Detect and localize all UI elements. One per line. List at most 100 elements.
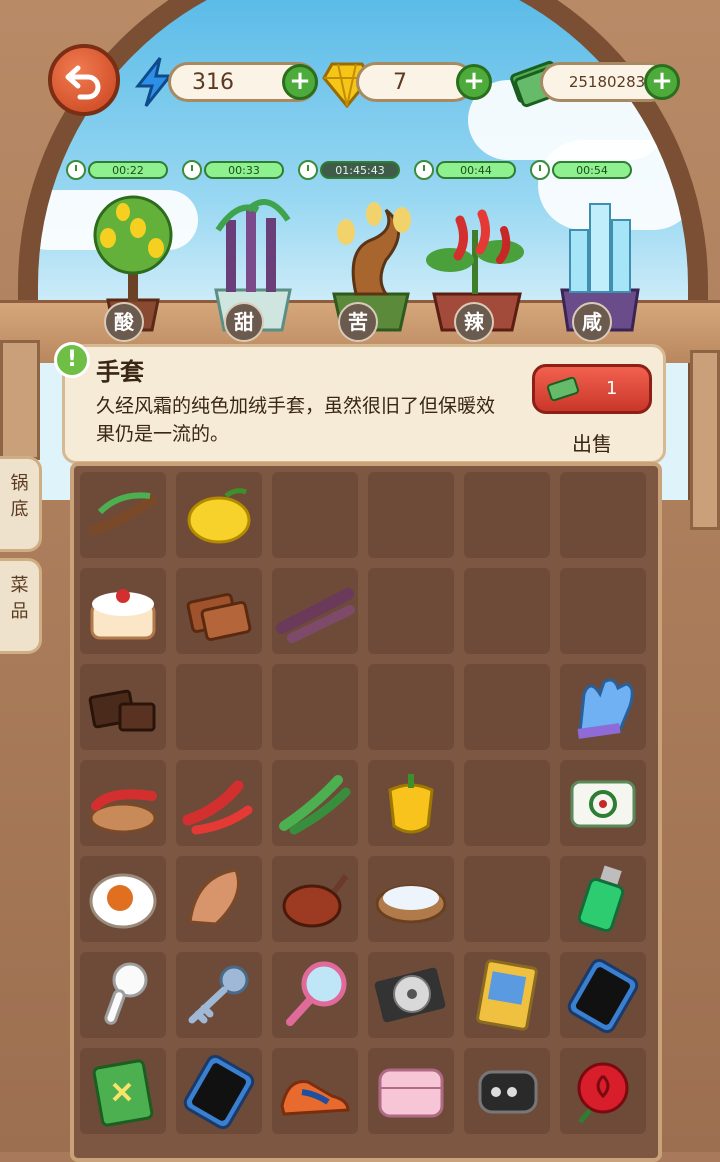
inventory-slot[interactable] bbox=[464, 472, 550, 558]
salt-bowl-icon bbox=[375, 884, 447, 924]
tab-dishes[interactable]: 菜品 bbox=[0, 558, 42, 654]
plant-timer-4: 00:44 bbox=[414, 160, 516, 180]
salted-egg-icon bbox=[89, 873, 157, 929]
inventory-slot[interactable] bbox=[560, 1048, 646, 1134]
inventory-slot[interactable] bbox=[176, 952, 262, 1038]
sell-label: 出售 bbox=[572, 432, 612, 456]
phone-icon bbox=[567, 958, 639, 1034]
inventory-slot[interactable] bbox=[272, 664, 358, 750]
item-title: 手套 bbox=[96, 358, 144, 386]
inventory-slot[interactable] bbox=[368, 760, 454, 846]
add-energy-button[interactable]: + bbox=[282, 64, 318, 100]
inventory-slot[interactable] bbox=[80, 760, 166, 846]
wood-crate bbox=[0, 340, 40, 460]
cash-value: 25180283 bbox=[568, 73, 646, 91]
inventory-slot[interactable] bbox=[272, 1048, 358, 1134]
back-arrow-icon bbox=[65, 65, 101, 100]
inventory-slot[interactable] bbox=[368, 1048, 454, 1134]
clock-icon bbox=[66, 160, 86, 180]
sell-button[interactable] bbox=[532, 364, 652, 414]
inventory-slot[interactable] bbox=[560, 952, 646, 1038]
pot-label-sweet: 甜 bbox=[224, 302, 264, 342]
clock-icon bbox=[298, 160, 318, 180]
red-chili-icon bbox=[182, 780, 253, 835]
plant-timer-3: 01:45:43 bbox=[298, 160, 400, 180]
inventory-slot[interactable] bbox=[464, 952, 550, 1038]
inventory-slot[interactable] bbox=[464, 568, 550, 654]
inventory-slot[interactable] bbox=[464, 1048, 550, 1134]
trading-card-icon bbox=[476, 959, 538, 1031]
yellow-pepper-icon bbox=[388, 774, 434, 834]
inventory-slot[interactable] bbox=[176, 664, 262, 750]
sneaker-icon bbox=[280, 1080, 350, 1116]
glove-icon bbox=[577, 678, 634, 739]
inventory-slot[interactable] bbox=[368, 568, 454, 654]
clock-icon bbox=[182, 160, 202, 180]
inventory-slot[interactable] bbox=[176, 760, 262, 846]
inventory-slot[interactable] bbox=[176, 1048, 262, 1134]
inventory-slot[interactable] bbox=[368, 952, 454, 1038]
pot-label-sour: 酸 bbox=[104, 302, 144, 342]
cake-icon bbox=[90, 589, 156, 640]
gem-value: 7 bbox=[393, 69, 407, 95]
inventory-slot[interactable] bbox=[368, 664, 454, 750]
inventory-slot[interactable] bbox=[176, 568, 262, 654]
key-icon bbox=[188, 965, 249, 1024]
add-gem-button[interactable]: + bbox=[456, 64, 492, 100]
lighter-icon bbox=[577, 865, 625, 933]
timer-value: 01:45:43 bbox=[320, 161, 400, 179]
add-cash-button[interactable]: + bbox=[644, 64, 680, 100]
pot-label-spicy: 辣 bbox=[454, 302, 494, 342]
timer-value: 00:33 bbox=[204, 161, 284, 179]
tab-label: 锅底 bbox=[10, 473, 29, 520]
pink-wallet-icon bbox=[378, 1068, 444, 1118]
plant-timer-1: 00:22 bbox=[66, 160, 168, 180]
tab-soup-base[interactable]: 锅底 bbox=[0, 456, 42, 552]
notebook-icon bbox=[92, 1059, 154, 1127]
inventory-slot[interactable] bbox=[176, 856, 262, 942]
inventory-slot[interactable] bbox=[560, 472, 646, 558]
mahjong-tile-icon bbox=[570, 780, 636, 828]
timer-value: 00:22 bbox=[88, 161, 168, 179]
inventory-slot[interactable] bbox=[464, 856, 550, 942]
timer-value: 00:44 bbox=[436, 161, 516, 179]
car-key-icon bbox=[478, 1070, 538, 1114]
info-exclamation-icon: ! bbox=[54, 342, 90, 378]
dried-fish-icon bbox=[188, 868, 240, 926]
energy-value: 316 bbox=[192, 69, 234, 95]
inventory-slot[interactable] bbox=[560, 568, 646, 654]
brown-sugar-icon bbox=[186, 592, 252, 642]
sugarcane-icon bbox=[276, 588, 355, 643]
inventory-slot[interactable] bbox=[272, 472, 358, 558]
cd-icon bbox=[374, 967, 446, 1023]
inventory-slot[interactable] bbox=[272, 856, 358, 942]
phone-icon bbox=[183, 1054, 255, 1130]
earbud-icon bbox=[104, 962, 148, 1025]
item-description: 久经风霜的纯色加绒手套，虽然很旧了但保暖效果仍是一流的。 bbox=[96, 395, 496, 445]
inventory-slot[interactable] bbox=[560, 760, 646, 846]
timer-value: 00:54 bbox=[552, 161, 632, 179]
inventory-slot[interactable] bbox=[80, 1048, 166, 1134]
inventory-slot[interactable] bbox=[368, 472, 454, 558]
sell-count: 1 bbox=[606, 378, 618, 399]
chocolate-icon bbox=[88, 689, 156, 732]
inventory-slot[interactable] bbox=[560, 856, 646, 942]
back-button[interactable] bbox=[48, 44, 120, 116]
plant-timer-5: 00:54 bbox=[530, 160, 632, 180]
inventory-slot[interactable] bbox=[272, 568, 358, 654]
inventory-slot[interactable] bbox=[80, 856, 166, 942]
inventory-slot[interactable] bbox=[464, 760, 550, 846]
cash-icon bbox=[546, 376, 580, 402]
inventory-slot[interactable] bbox=[80, 664, 166, 750]
clock-icon bbox=[530, 160, 550, 180]
inventory-slot[interactable] bbox=[80, 568, 166, 654]
inventory-slot[interactable] bbox=[80, 952, 166, 1038]
inventory-slot[interactable] bbox=[176, 472, 262, 558]
inventory-slot[interactable] bbox=[272, 760, 358, 846]
inventory-slot[interactable] bbox=[464, 664, 550, 750]
inventory-slot[interactable] bbox=[272, 952, 358, 1038]
inventory-slot[interactable] bbox=[80, 472, 166, 558]
inventory-slot[interactable] bbox=[560, 664, 646, 750]
inventory-slot[interactable] bbox=[368, 856, 454, 942]
rose-icon bbox=[577, 1062, 629, 1124]
